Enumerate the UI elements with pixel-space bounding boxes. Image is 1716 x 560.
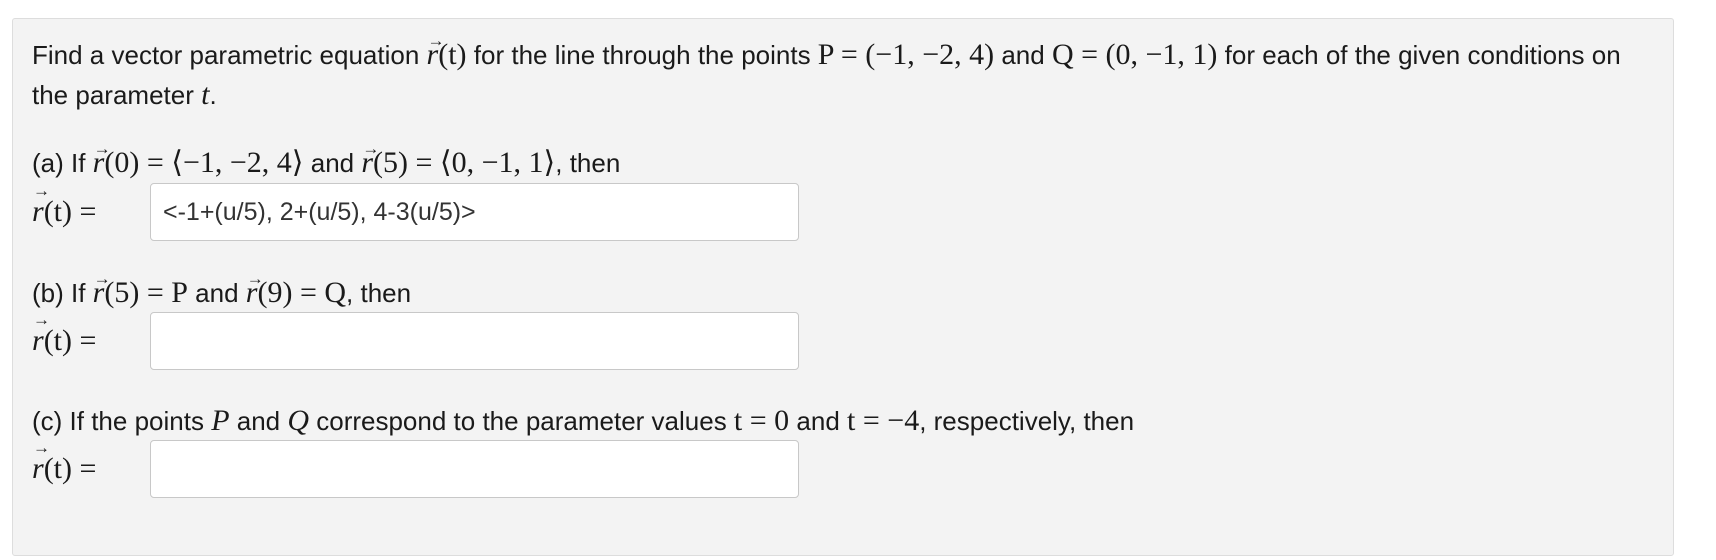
part-b-answer-row: r(t) = xyxy=(32,310,799,370)
point-p-definition: P = (−1, −2, 4) xyxy=(817,38,995,71)
point-p: P xyxy=(211,404,230,437)
part-b-condition-2: (9) = Q xyxy=(257,276,347,309)
lhs-rest: (t) = xyxy=(43,324,97,357)
intro-text-5: . xyxy=(209,80,217,110)
part-a-answer-row: r(t) = xyxy=(32,181,799,241)
part-a-lhs: r(t) = xyxy=(32,181,150,229)
vector-r: r xyxy=(246,259,264,313)
lhs-rest: (t) = xyxy=(43,452,97,485)
part-c-text-5: , respectively, then xyxy=(919,406,1135,436)
vector-r: r xyxy=(32,438,50,486)
part-c-text-3: correspond to the parameter values xyxy=(309,406,734,436)
part-c-answer-row: r(t) = xyxy=(32,438,799,498)
part-c-condition: (c) If the points P and Q correspond to … xyxy=(32,401,1134,441)
part-a-condition: (a) If r(0) = ⟨−1, −2, 4⟩ and r(5) = ⟨0,… xyxy=(32,129,621,183)
part-c-text-2: and xyxy=(229,406,288,436)
point-q-definition: Q = (0, −1, 1) xyxy=(1051,38,1218,71)
part-b-answer-input[interactable] xyxy=(150,312,799,370)
problem-card: Find a vector parametric equation r(t) f… xyxy=(12,18,1674,556)
lhs-rest: (t) = xyxy=(43,195,97,228)
intro-text-2: for the line through the points xyxy=(466,40,818,70)
part-a-prefix: (a) If xyxy=(32,148,93,178)
part-a-suffix: , then xyxy=(555,148,621,178)
part-b-prefix: (b) If xyxy=(32,278,93,308)
part-c-condition-2: t = −4 xyxy=(847,404,920,437)
part-a-condition-2: (5) = ⟨0, −1, 1⟩ xyxy=(373,146,556,179)
part-c-text-4: and xyxy=(789,406,848,436)
vector-r: r xyxy=(32,310,50,358)
vector-r: r xyxy=(93,129,111,183)
part-c-condition-1: t = 0 xyxy=(733,404,790,437)
part-b-condition: (b) If r(5) = P and r(9) = Q, then xyxy=(32,259,412,313)
vector-r: r xyxy=(32,181,50,229)
intro-text-1: Find a vector parametric equation xyxy=(32,40,427,70)
part-b-condition-1: (5) = P xyxy=(104,276,188,309)
part-a-condition-1: (0) = ⟨−1, −2, 4⟩ xyxy=(104,146,304,179)
part-c-text-1: (c) If the points xyxy=(32,406,212,436)
vector-r: r xyxy=(93,259,111,313)
part-c-answer-input[interactable] xyxy=(150,440,799,498)
part-c-lhs: r(t) = xyxy=(32,438,150,486)
part-a-and: and xyxy=(303,148,362,178)
intro-text-3: and xyxy=(994,40,1052,70)
part-b-lhs: r(t) = xyxy=(32,310,150,358)
part-b-and: and xyxy=(187,278,246,308)
part-b-suffix: , then xyxy=(346,278,412,308)
vector-r: r xyxy=(361,129,379,183)
problem-statement: Find a vector parametric equation r(t) f… xyxy=(32,21,1652,115)
part-a-answer-input[interactable] xyxy=(150,183,799,241)
point-q: Q xyxy=(287,404,310,437)
vector-r: r xyxy=(427,21,445,75)
